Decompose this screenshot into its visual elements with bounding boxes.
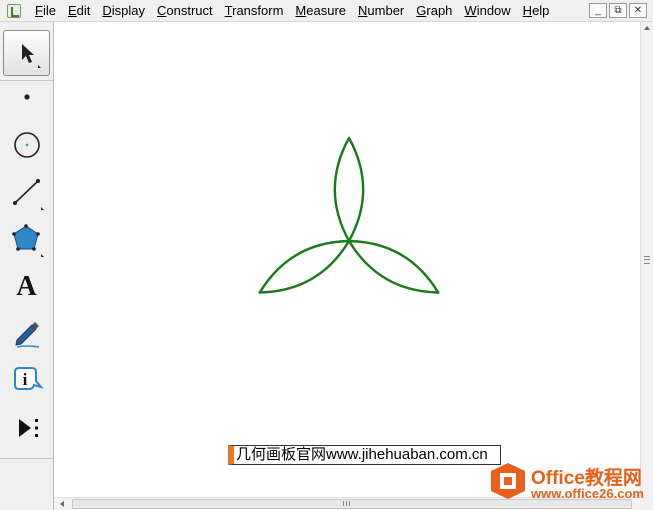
menu-edit[interactable]: Edit	[62, 1, 96, 21]
marker-tool[interactable]	[3, 311, 50, 357]
polygon-icon	[11, 224, 44, 257]
menu-file[interactable]: File	[29, 1, 62, 21]
close-button[interactable]: ✕	[629, 3, 647, 18]
watermark-url: www.office26.com	[531, 486, 644, 501]
petal-right-arc-b[interactable]	[347, 239, 440, 294]
info-glyph: i	[22, 370, 27, 389]
information-tool[interactable]: i	[3, 358, 50, 404]
arrow-tool[interactable]	[3, 30, 50, 76]
text-icon: A	[16, 271, 37, 302]
scroll-grip-icon	[343, 501, 350, 506]
straightedge-tool[interactable]	[3, 170, 50, 216]
menu-graph[interactable]: Graph	[410, 1, 458, 21]
custom-tools-icon	[18, 419, 38, 437]
petal-top-arc-a[interactable]	[347, 136, 365, 243]
point-tool[interactable]	[3, 74, 50, 120]
toolbox: A i	[0, 22, 54, 510]
vertical-scrollbar[interactable]	[640, 22, 653, 497]
info-icon: i	[13, 367, 44, 390]
compass-tool[interactable]	[3, 122, 50, 168]
scroll-grip-icon[interactable]	[644, 256, 650, 264]
menu-transform[interactable]: Transform	[219, 1, 290, 21]
menu-number[interactable]: Number	[352, 1, 410, 21]
petal-left-arc-b[interactable]	[258, 239, 351, 294]
menu-construct[interactable]: Construct	[151, 1, 219, 21]
app-icon[interactable]	[7, 3, 21, 18]
polygon-tool[interactable]	[3, 217, 50, 263]
menu-help[interactable]: Help	[517, 1, 556, 21]
minimize-button[interactable]: _	[589, 3, 607, 18]
caption-text[interactable]: 几何画板官网www.jihehuaban.com.cn	[228, 445, 501, 465]
scroll-left-arrow-icon[interactable]	[60, 501, 64, 507]
restore-button[interactable]: ⧉	[609, 3, 627, 18]
menu-items: File Edit Display Construct Transform Measure…	[29, 1, 555, 21]
scroll-up-arrow-icon[interactable]	[644, 26, 650, 30]
petal-right-arc-a[interactable]	[347, 239, 440, 294]
sketch-canvas[interactable]	[54, 22, 640, 497]
point-icon	[23, 94, 30, 100]
three-petal-figure[interactable]	[54, 22, 640, 497]
text-tool[interactable]: A	[3, 264, 50, 310]
menu-measure[interactable]: Measure	[289, 1, 352, 21]
menu-display[interactable]: Display	[96, 1, 151, 21]
compass-icon	[13, 132, 40, 158]
arrow-icon	[21, 44, 41, 68]
line-icon	[12, 179, 44, 210]
office-logo-icon	[491, 463, 525, 499]
custom-tool[interactable]	[3, 405, 50, 451]
watermark: Office教程网 www.office26.com	[487, 460, 649, 506]
petal-top-arc-b[interactable]	[333, 136, 351, 243]
window-controls: _ ⧉ ✕	[589, 3, 647, 18]
petal-left-arc-a[interactable]	[258, 239, 351, 294]
menu-bar: File Edit Display Construct Transform Measure…	[0, 0, 653, 22]
menu-window[interactable]: Window	[458, 1, 516, 21]
marker-icon	[14, 322, 39, 348]
